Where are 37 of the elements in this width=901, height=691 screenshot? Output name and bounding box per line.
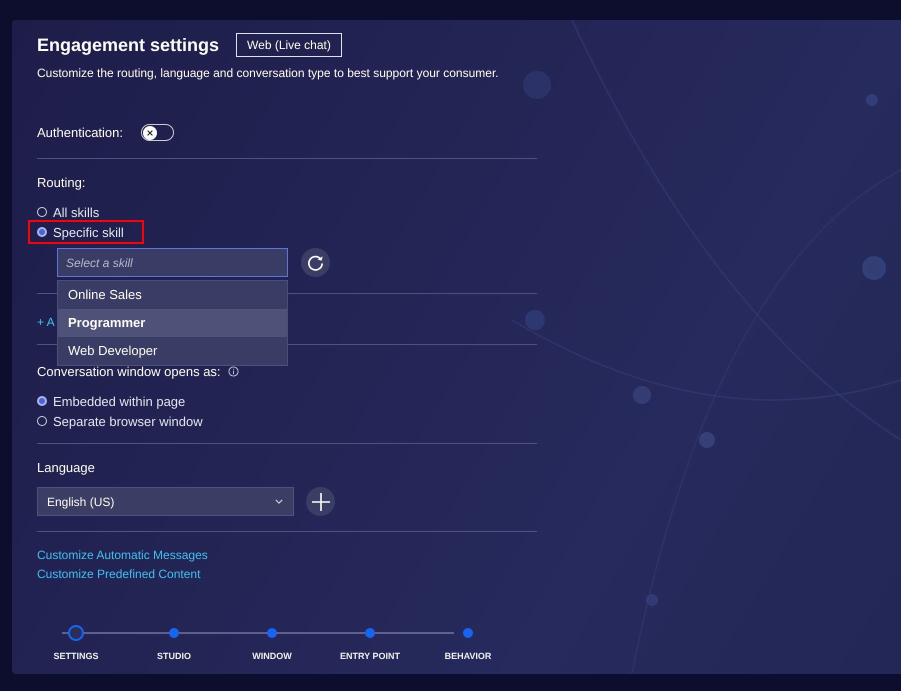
authentication-toggle[interactable] — [141, 124, 174, 141]
step-label[interactable]: BEHAVIOR — [444, 651, 492, 661]
customize-link[interactable]: Customize Automatic Messages — [37, 548, 537, 562]
step-label[interactable]: ENTRY POINT — [340, 651, 400, 661]
info-icon[interactable] — [228, 366, 239, 377]
add-link[interactable]: + A — [37, 315, 55, 329]
step-marker[interactable] — [463, 628, 473, 638]
close-icon — [146, 128, 154, 136]
language-label: Language — [37, 460, 96, 475]
skill-option[interactable]: Programmer — [58, 309, 287, 337]
skill-input[interactable]: Select a skill — [57, 248, 288, 277]
step-marker[interactable] — [169, 628, 179, 638]
channel-tag: Web (Live chat) — [236, 33, 342, 57]
page-title: Engagement settings — [37, 34, 220, 56]
routing-option[interactable]: All skills — [37, 204, 100, 220]
skill-option[interactable]: Online Sales — [58, 281, 287, 309]
chevron-down-icon — [275, 499, 283, 504]
routing-label: Routing: — [37, 175, 86, 190]
refresh-button[interactable] — [301, 248, 330, 277]
step-label[interactable]: WINDOW — [252, 651, 292, 661]
language-select[interactable]: English (US) — [37, 487, 294, 516]
step-marker[interactable] — [365, 628, 375, 638]
step-label[interactable]: SETTINGS — [53, 651, 98, 661]
customize-link[interactable]: Customize Predefined Content — [37, 567, 537, 581]
step-label[interactable]: STUDIO — [156, 651, 191, 661]
window-option[interactable]: Embedded within page — [37, 393, 186, 409]
page-subtitle: Customize the routing, language and conversation type to best support your consumer. — [37, 66, 500, 80]
window-option[interactable]: Separate browser window — [37, 413, 203, 429]
step-marker[interactable] — [68, 625, 84, 641]
refresh-icon — [306, 253, 325, 272]
skill-option[interactable]: Web Developer — [58, 337, 287, 365]
routing-option[interactable]: Specific skill — [28, 220, 144, 244]
step-marker[interactable] — [267, 628, 277, 638]
authentication-label: Authentication: — [37, 125, 124, 140]
plus-icon — [310, 492, 330, 512]
conversation-window-label: Conversation window opens as: — [37, 364, 221, 379]
add-language-button[interactable] — [306, 487, 335, 516]
